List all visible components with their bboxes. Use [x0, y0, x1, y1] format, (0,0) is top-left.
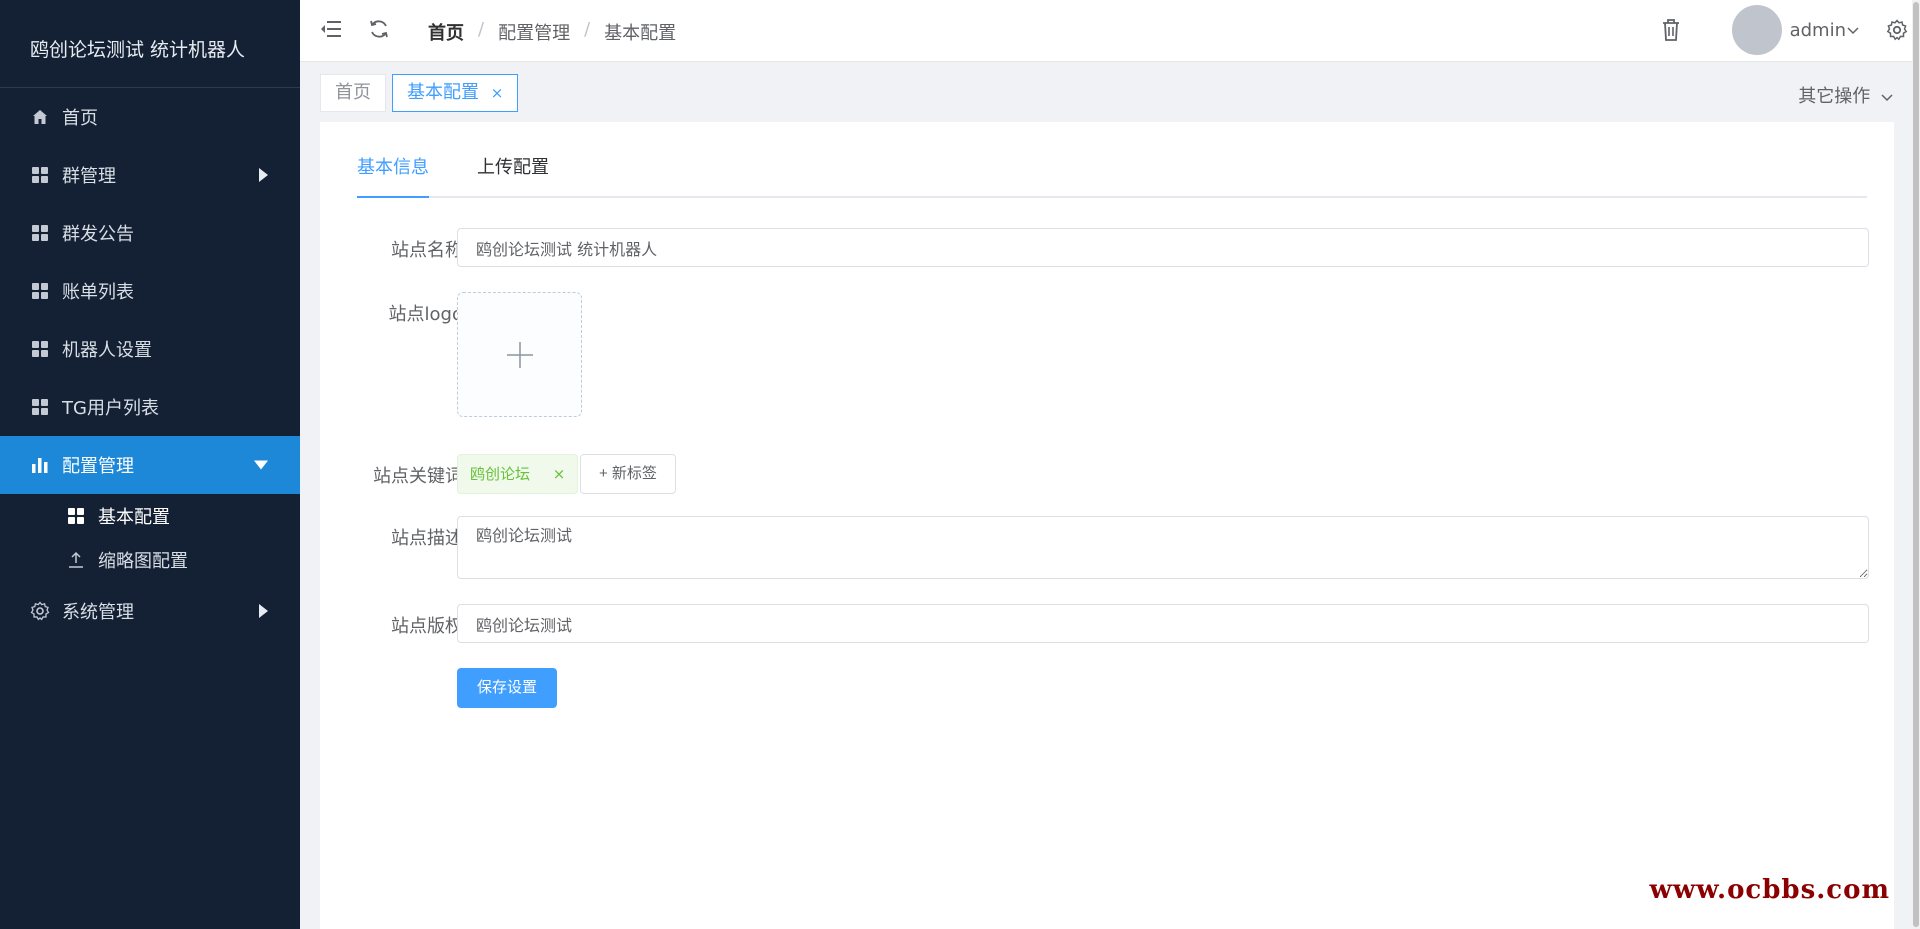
grid-icon: [30, 397, 50, 417]
sidebar-item-home[interactable]: 首页: [0, 88, 300, 146]
description-textarea[interactable]: 鸥创论坛测试: [457, 516, 1869, 579]
close-icon[interactable]: ×: [491, 84, 504, 102]
grid-icon: [66, 506, 86, 526]
upload-icon: [66, 550, 86, 570]
chevron-down-icon: [1847, 27, 1859, 35]
tab-upload-config[interactable]: 上传配置: [477, 152, 549, 198]
keyword-tag: 鸥创论坛 ×: [457, 454, 579, 494]
tag-tab-basic-config[interactable]: 基本配置 ×: [392, 74, 519, 112]
tag-tab-label: 首页: [335, 82, 371, 103]
sidebar-subitem-thumbnail-config[interactable]: 缩略图配置: [0, 538, 300, 582]
tab-basic-info[interactable]: 基本信息: [357, 152, 429, 198]
config-tabs: 基本信息 上传配置: [357, 152, 1867, 198]
scrollbar-thumb[interactable]: [1913, 2, 1919, 927]
gear-icon: [30, 601, 50, 621]
sidebar-item-label: 首页: [62, 108, 98, 129]
watermark: www.ocbbs.com: [1649, 875, 1890, 905]
site-logo-label: 站点logo: [388, 304, 463, 325]
sidebar-item-label: TG用户列表: [62, 398, 159, 419]
app-brand: 鸥创论坛测试 统计机器人: [0, 0, 300, 88]
other-operations-label: 其它操作: [1798, 86, 1871, 107]
grid-icon: [30, 281, 50, 301]
site-name-label: 站点名称: [391, 240, 463, 261]
sidebar-item-label: 账单列表: [62, 282, 134, 303]
bar-chart-icon: [30, 455, 50, 475]
breadcrumb-separator: /: [478, 19, 485, 40]
grid-icon: [30, 339, 50, 359]
grid-icon: [30, 165, 50, 185]
chevron-down-icon: [1881, 94, 1893, 102]
sidebar: 鸥创论坛测试 统计机器人 首页 群管理 群发公告 账单列表 机器人设置 TG用户…: [0, 0, 300, 929]
breadcrumb-separator: /: [584, 19, 591, 40]
logo-uploader[interactable]: [457, 292, 582, 417]
breadcrumb-basic-config: 基本配置: [604, 23, 677, 44]
sidebar-item-announcements[interactable]: 群发公告: [0, 204, 300, 262]
sidebar-item-tg-users[interactable]: TG用户列表: [0, 378, 300, 436]
collapse-menu-icon[interactable]: [318, 16, 344, 42]
keyword-tag-label: 鸥创论坛: [470, 465, 531, 483]
sidebar-item-robot-settings[interactable]: 机器人设置: [0, 320, 300, 378]
sidebar-subitem-label: 基本配置: [98, 507, 170, 528]
sidebar-subitem-label: 缩略图配置: [98, 551, 188, 572]
close-icon[interactable]: ×: [553, 465, 566, 483]
trash-icon[interactable]: [1660, 18, 1682, 42]
username: admin: [1789, 19, 1846, 41]
copyright-input[interactable]: [457, 604, 1869, 643]
caret-down-icon: [254, 460, 268, 470]
sidebar-item-label: 配置管理: [62, 456, 134, 477]
keywords-label: 站点关键词: [373, 466, 463, 487]
user-menu[interactable]: admin: [1790, 20, 1860, 41]
home-icon: [30, 107, 50, 127]
sidebar-item-label: 系统管理: [62, 602, 134, 623]
tag-tab-home[interactable]: 首页: [320, 74, 386, 112]
breadcrumb-config-management: 配置管理: [498, 23, 571, 44]
new-tag-button[interactable]: + 新标签: [580, 454, 676, 494]
breadcrumb: 首页 / 配置管理 / 基本配置: [428, 19, 676, 45]
description-label: 站点描述: [391, 528, 463, 549]
site-name-input[interactable]: [457, 228, 1869, 267]
sidebar-subitem-basic-config[interactable]: 基本配置: [0, 494, 300, 538]
page-scrollbar[interactable]: [1912, 0, 1920, 929]
sidebar-item-bills[interactable]: 账单列表: [0, 262, 300, 320]
breadcrumb-home[interactable]: 首页: [428, 19, 464, 45]
sidebar-item-system-management[interactable]: 系统管理: [0, 582, 300, 640]
copyright-label: 站点版权: [391, 616, 463, 637]
caret-right-icon: [259, 604, 268, 618]
plus-icon: [506, 341, 533, 368]
save-settings-button[interactable]: 保存设置: [457, 668, 558, 708]
main-panel: 基本信息 上传配置 站点名称 站点logo 站点关键词 鸥创论坛 × + 新标签…: [320, 122, 1894, 929]
avatar[interactable]: [1731, 5, 1782, 55]
sidebar-item-config-management[interactable]: 配置管理: [0, 436, 300, 494]
grid-icon: [30, 223, 50, 243]
other-operations-dropdown[interactable]: 其它操作: [1798, 82, 1894, 108]
refresh-icon[interactable]: [366, 16, 392, 42]
top-header: 首页 / 配置管理 / 基本配置 admin: [300, 0, 1920, 62]
caret-right-icon: [259, 168, 268, 182]
header-right-tools: admin: [1660, 0, 1920, 60]
sidebar-item-group-management[interactable]: 群管理: [0, 146, 300, 204]
sidebar-item-label: 群管理: [62, 166, 116, 187]
tag-tab-label: 基本配置: [407, 82, 479, 103]
tags-view-bar: 首页 基本配置 × 其它操作: [300, 62, 1920, 120]
sidebar-item-label: 机器人设置: [62, 340, 152, 361]
sidebar-item-label: 群发公告: [62, 224, 134, 245]
settings-gear-icon[interactable]: [1886, 19, 1908, 41]
